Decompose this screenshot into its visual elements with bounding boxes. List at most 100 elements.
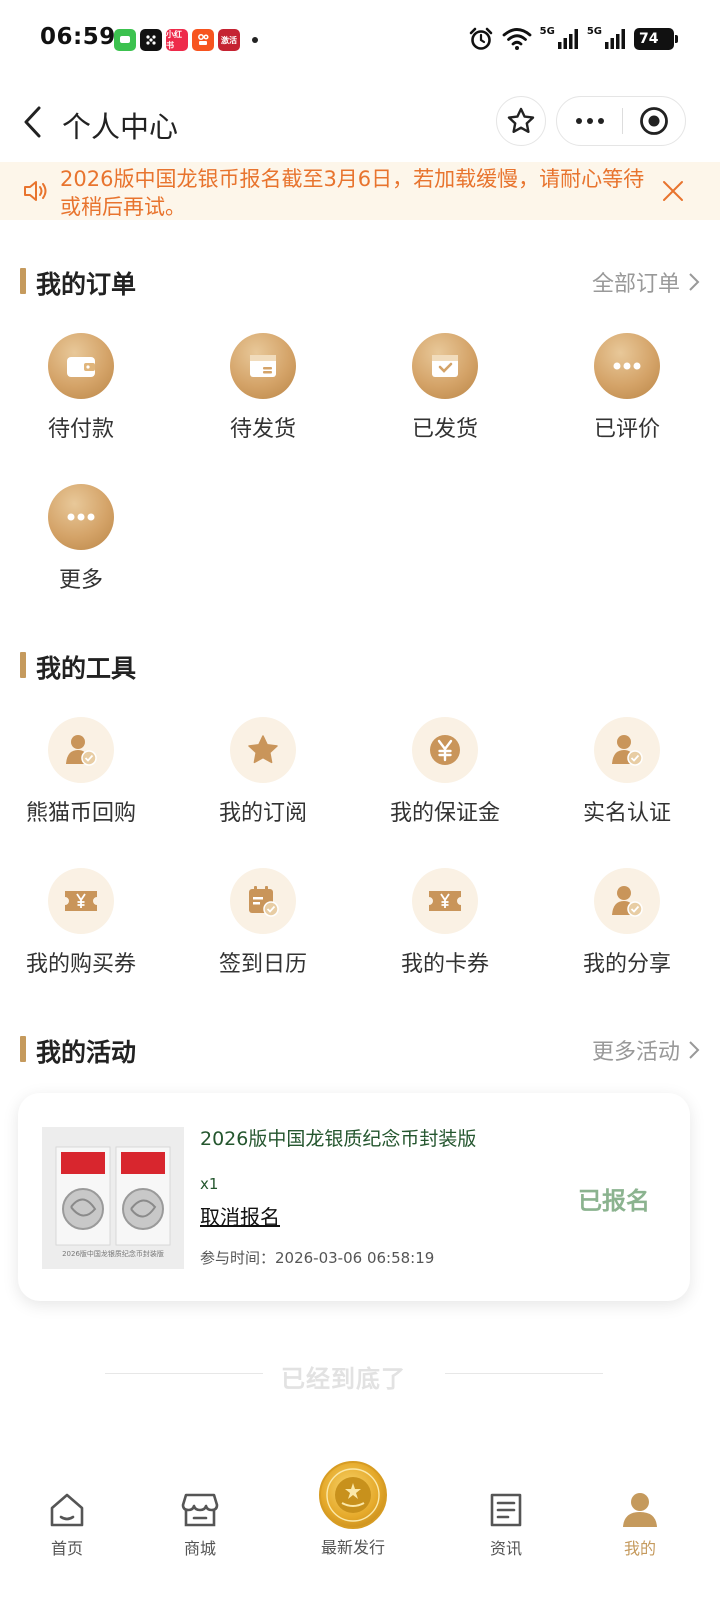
divider-line xyxy=(445,1373,603,1374)
activity-card[interactable]: 2026版中国龙银质纪念币封装版 2026版中国龙银质纪念币封装版 x1 取消报… xyxy=(18,1093,690,1301)
tool-real-name-auth[interactable]: 实名认证 xyxy=(557,717,697,827)
news-app-icon: 激活 xyxy=(218,29,240,51)
activities-section-header: 我的活动 更多活动 xyxy=(20,1033,700,1067)
close-mini-program-button[interactable] xyxy=(623,97,685,145)
notice-banner: 2026版中国龙银币报名截至3月6日，若加载缓慢，请耐心等待或稍后再试。 xyxy=(0,162,720,220)
yen-ticket-icon xyxy=(48,868,114,934)
registration-status: 已报名 xyxy=(578,1187,650,1215)
status-bar: 06:59 小红书 激活 5G 5G 74 xyxy=(0,0,720,82)
tab-label: 我的 xyxy=(623,1539,656,1558)
favorite-button[interactable] xyxy=(496,96,546,146)
chevron-right-icon xyxy=(689,273,700,291)
target-close-icon xyxy=(640,107,669,135)
chevron-right-icon xyxy=(689,1041,700,1059)
tool-label: 我的保证金 xyxy=(389,801,500,826)
signal-label-2: 5G xyxy=(586,25,602,37)
news-icon xyxy=(490,1493,522,1527)
user-check-icon xyxy=(48,717,114,783)
tool-my-cards[interactable]: 我的卡券 xyxy=(375,868,515,978)
order-item-more[interactable]: 更多 xyxy=(11,484,151,594)
cellular-signal-icon xyxy=(557,29,578,49)
calendar-check-icon xyxy=(230,868,296,934)
order-item-pending-shipment[interactable]: 待发货 xyxy=(193,333,333,443)
participation-time: 参与时间：2026-03-06 06:58:19 xyxy=(200,1249,435,1267)
dot-icon xyxy=(597,118,604,124)
more-activities-label: 更多活动 xyxy=(591,1040,680,1065)
orders-section-title: 我的订单 xyxy=(36,270,137,299)
tool-my-subscription[interactable]: 我的订阅 xyxy=(193,717,333,827)
close-notice-icon[interactable] xyxy=(660,178,686,204)
activity-title: 2026版中国龙银质纪念币封装版 xyxy=(200,1128,477,1150)
more-notifications-dot xyxy=(252,37,258,43)
notification-icons: 小红书 激活 xyxy=(114,29,258,51)
back-icon[interactable] xyxy=(20,104,46,140)
divider-line xyxy=(105,1373,263,1374)
coin-emblem-icon xyxy=(319,1461,387,1529)
tab-profile[interactable]: 我的 xyxy=(575,1456,705,1559)
tab-label: 商城 xyxy=(183,1539,216,1558)
battery-icon: 74 xyxy=(634,28,678,50)
page-title: 个人中心 xyxy=(62,110,179,144)
home-icon xyxy=(50,1493,84,1527)
product-image: 2026版中国龙银质纪念币封装版 xyxy=(42,1127,184,1269)
star-outline-icon xyxy=(507,107,535,133)
tool-panda-buyback[interactable]: 熊猫币回购 xyxy=(11,717,151,827)
star-icon xyxy=(230,717,296,783)
dot-icon xyxy=(575,118,582,124)
alarm-icon xyxy=(469,27,492,50)
order-item-pending-payment[interactable]: 待付款 xyxy=(11,333,151,443)
package-icon xyxy=(230,333,296,399)
status-time: 06:59 xyxy=(40,24,116,50)
tools-section-title: 我的工具 xyxy=(36,654,137,683)
section-accent-bar xyxy=(20,268,26,294)
comment-dots-icon xyxy=(594,333,660,399)
bottom-tab-bar: 首页 商城 最新发行 资讯 我的 xyxy=(0,1456,720,1604)
tab-label: 资讯 xyxy=(489,1539,522,1558)
tool-my-deposit[interactable]: 我的保证金 xyxy=(375,717,515,827)
more-menu-button[interactable] xyxy=(557,97,622,145)
tool-label: 我的卡券 xyxy=(400,952,489,977)
dice-app-icon xyxy=(140,29,162,51)
tab-news[interactable]: 资讯 xyxy=(441,1456,571,1559)
section-accent-bar xyxy=(20,652,26,678)
tool-label: 签到日历 xyxy=(218,952,307,977)
tool-label: 实名认证 xyxy=(582,801,671,826)
all-orders-link[interactable]: 全部订单 xyxy=(592,266,700,298)
shipped-box-icon xyxy=(412,333,478,399)
tool-check-in-calendar[interactable]: 签到日历 xyxy=(193,868,333,978)
tool-label: 我的订阅 xyxy=(218,801,307,826)
tool-my-purchase-voucher[interactable]: 我的购买券 xyxy=(11,868,151,978)
tab-shop[interactable]: 商城 xyxy=(135,1456,265,1559)
speaker-icon xyxy=(24,181,47,201)
tool-my-share[interactable]: 我的分享 xyxy=(557,868,697,978)
cellular-signal-icon-2 xyxy=(605,29,625,49)
orders-section-header: 我的订单 全部订单 xyxy=(20,265,700,299)
notice-text: 2026版中国龙银币报名截至3月6日，若加载缓慢，请耐心等待或稍后再试。 xyxy=(60,167,645,219)
tab-home[interactable]: 首页 xyxy=(2,1456,132,1559)
messages-app-icon xyxy=(114,29,136,51)
order-item-reviewed[interactable]: 已评价 xyxy=(557,333,697,443)
cancel-registration-link[interactable]: 取消报名 xyxy=(200,1201,280,1230)
order-item-label: 已发货 xyxy=(411,417,478,442)
tab-latest-release[interactable]: 最新发行 xyxy=(288,1456,418,1558)
order-item-shipped[interactable]: 已发货 xyxy=(375,333,515,443)
kuaishou-app-icon xyxy=(192,29,214,51)
mini-program-capsule xyxy=(556,96,686,146)
tab-label: 最新发行 xyxy=(320,1538,385,1557)
tab-label: 首页 xyxy=(50,1539,83,1558)
more-activities-link[interactable]: 更多活动 xyxy=(592,1034,700,1066)
tools-section-header: 我的工具 xyxy=(20,649,700,683)
dot-icon xyxy=(586,118,593,124)
activities-section-title: 我的活动 xyxy=(36,1038,137,1067)
user-check-icon xyxy=(594,717,660,783)
yen-ticket-icon xyxy=(412,868,478,934)
signal-label-1: 5G xyxy=(539,25,555,37)
user-check-icon xyxy=(594,868,660,934)
coin-packaging-image xyxy=(42,1127,184,1269)
end-of-list-indicator: 已经到底了 xyxy=(105,1360,603,1393)
order-item-label: 更多 xyxy=(58,568,103,593)
profile-icon xyxy=(623,1493,657,1527)
system-status-icons: 5G 5G 74 xyxy=(468,25,678,52)
battery-level: 74 xyxy=(639,31,659,47)
section-accent-bar xyxy=(20,1036,26,1062)
